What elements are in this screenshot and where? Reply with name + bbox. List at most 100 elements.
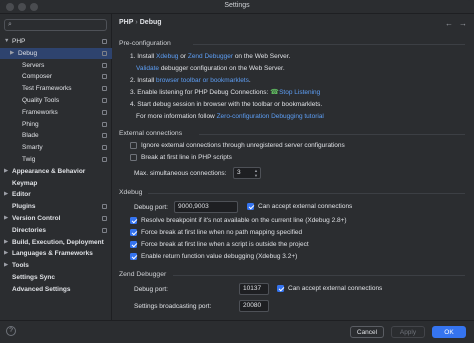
sidebar-item-twig[interactable]: Twig: [0, 154, 112, 165]
sidebar-item-label: Directories: [12, 226, 46, 234]
sidebar-item-label: Tools: [12, 262, 29, 270]
sidebar-item-label: Keymap: [12, 179, 38, 187]
zend-port-label: Debug port:: [134, 286, 168, 293]
sidebar-item-test-frameworks[interactable]: Test Frameworks: [0, 83, 112, 94]
break-first-line-label: Break at first line in PHP scripts: [141, 154, 232, 161]
project-settings-icon: [102, 50, 107, 56]
chevron-right-icon[interactable]: ▶: [4, 166, 8, 177]
stepper-arrows-icon[interactable]: ▲ ▼: [253, 168, 259, 178]
ignore-external-label: Ignore external connections through unre…: [141, 142, 345, 149]
break-first-line-checkbox[interactable]: [130, 154, 137, 161]
force-break-no-mapping-label: Force break at first line when no path m…: [141, 229, 303, 236]
stop-listening-link[interactable]: Stop Listening: [279, 89, 320, 96]
ignore-external-checkbox[interactable]: [130, 142, 137, 149]
search-icon: ⌕: [8, 21, 12, 28]
sidebar-item-frameworks[interactable]: Frameworks: [0, 107, 112, 118]
cancel-button[interactable]: Cancel: [350, 326, 384, 338]
project-settings-icon: [102, 133, 107, 139]
return-value-debugging-label: Enable return function value debugging (…: [141, 253, 298, 260]
install-xdebug-link[interactable]: Xdebug: [156, 53, 178, 60]
sidebar-item-quality-tools[interactable]: Quality Tools: [0, 95, 112, 106]
sidebar-item-blade[interactable]: Blade: [0, 130, 112, 141]
sidebar-item-languages-frameworks[interactable]: ▶ Languages & Frameworks: [0, 248, 112, 259]
sidebar-item-build-execution-deployment[interactable]: ▶ Build, Execution, Deployment: [0, 237, 112, 248]
force-break-outside-project-checkbox[interactable]: [130, 241, 137, 248]
zero-config-tutorial-link[interactable]: Zero-configuration Debugging tutorial: [217, 113, 324, 120]
preconfig-validate: Validate debugger configuration on the W…: [136, 65, 285, 72]
breadcrumb-php[interactable]: PHP: [119, 19, 133, 26]
breadcrumb-debug: Debug: [139, 19, 162, 26]
ok-button[interactable]: OK: [432, 326, 466, 338]
project-settings-icon: [102, 121, 107, 127]
window-title: Settings: [224, 2, 250, 9]
chevron-right-icon[interactable]: ▶: [4, 213, 8, 224]
sidebar-item-label: PHP: [12, 38, 26, 45]
chevron-right-icon[interactable]: ▶: [4, 237, 8, 248]
section-divider: [199, 134, 465, 135]
project-settings-icon: [102, 216, 107, 221]
xdebug-port-input[interactable]: 9000,9003: [174, 201, 238, 213]
sidebar-item-label: Quality Tools: [22, 97, 60, 104]
sidebar-item-debug[interactable]: ▶ Debug: [0, 47, 112, 59]
sidebar-item-plugins[interactable]: Plugins: [0, 201, 112, 212]
sidebar-item-label: Twig: [22, 156, 36, 163]
zend-port-input[interactable]: 10137: [239, 283, 269, 295]
chevron-right-icon[interactable]: ▶: [10, 48, 14, 59]
sidebar-item-settings-sync[interactable]: Settings Sync: [0, 272, 112, 283]
sidebar-item-smarty[interactable]: Smarty: [0, 142, 112, 153]
sidebar-item-label: Editor: [12, 191, 31, 199]
breadcrumb-separator: ›: [135, 19, 138, 26]
section-divider: [173, 275, 465, 276]
sidebar-item-label: Languages & Frameworks: [12, 250, 93, 258]
resolve-breakpoint-checkbox[interactable]: [130, 217, 137, 224]
breadcrumb: PHP › Debug: [119, 19, 162, 26]
chevron-right-icon[interactable]: ▶: [4, 260, 8, 271]
sidebar-item-editor[interactable]: ▶ Editor: [0, 189, 112, 200]
force-break-no-mapping-checkbox[interactable]: [130, 229, 137, 236]
back-arrow-icon[interactable]: ←: [445, 19, 453, 28]
dialog-footer: ? Cancel Apply OK: [0, 320, 474, 343]
sidebar-item-label: Phing: [22, 120, 39, 128]
section-divider: [148, 193, 465, 194]
sidebar-item-version-control[interactable]: ▶ Version Control: [0, 213, 112, 224]
listening-phone-icon: ☎: [270, 89, 279, 96]
preconfig-more-info: For more information follow Zero-configu…: [136, 113, 324, 120]
project-settings-icon: [102, 109, 107, 115]
apply-button[interactable]: Apply: [391, 326, 425, 338]
settings-search-input[interactable]: ⌕: [4, 19, 107, 31]
project-settings-icon: [102, 227, 107, 233]
sidebar-item-tools[interactable]: ▶ Tools: [0, 260, 112, 271]
project-settings-icon: [102, 145, 107, 151]
preconfig-heading: Pre-configuration: [119, 40, 171, 47]
zend-broadcast-label: Settings broadcasting port:: [134, 303, 212, 310]
preconfig-step-1: 1. Install Xdebug or Zend Debugger on th…: [130, 53, 291, 60]
sidebar-item-composer[interactable]: Composer: [0, 71, 112, 82]
sidebar-item-label: Servers: [22, 61, 45, 69]
sidebar-item-label: Test Frameworks: [22, 85, 72, 93]
sidebar-item-phing[interactable]: Phing: [0, 119, 112, 130]
browser-toolbar-link[interactable]: browser toolbar or bookmarklets: [156, 77, 249, 84]
project-settings-icon: [102, 157, 107, 162]
return-value-debugging-checkbox[interactable]: [130, 253, 137, 260]
help-icon[interactable]: ?: [6, 326, 16, 336]
zend-accept-external-checkbox[interactable]: [277, 285, 284, 292]
sidebar-item-directories[interactable]: Directories: [0, 225, 112, 236]
sidebar-item-label: Plugins: [12, 203, 36, 211]
settings-sidebar: ⌕ ▼ PHP ▶ Debug Servers Composer Test Framewor…: [0, 14, 112, 320]
project-settings-icon: [102, 39, 107, 44]
sidebar-item-keymap[interactable]: Keymap: [0, 178, 112, 189]
chevron-right-icon[interactable]: ▶: [4, 248, 8, 259]
sidebar-item-label: Smarty: [22, 144, 43, 152]
xdebug-accept-external-checkbox[interactable]: [247, 203, 254, 210]
sidebar-item-servers[interactable]: Servers: [0, 60, 112, 71]
chevron-down-icon[interactable]: ▼: [4, 36, 9, 47]
zend-broadcast-input[interactable]: 20080: [239, 300, 269, 312]
sidebar-item-advanced-settings[interactable]: Advanced Settings: [0, 284, 112, 295]
forward-arrow-icon[interactable]: →: [459, 19, 467, 28]
sidebar-item-php[interactable]: ▼ PHP: [0, 36, 112, 47]
sidebar-item-appearance-behavior[interactable]: ▶ Appearance & Behavior: [0, 166, 112, 177]
sidebar-item-label: Settings Sync: [12, 274, 55, 281]
validate-link[interactable]: Validate: [136, 65, 159, 72]
chevron-right-icon[interactable]: ▶: [4, 189, 8, 200]
install-zend-debugger-link[interactable]: Zend Debugger: [188, 53, 233, 60]
